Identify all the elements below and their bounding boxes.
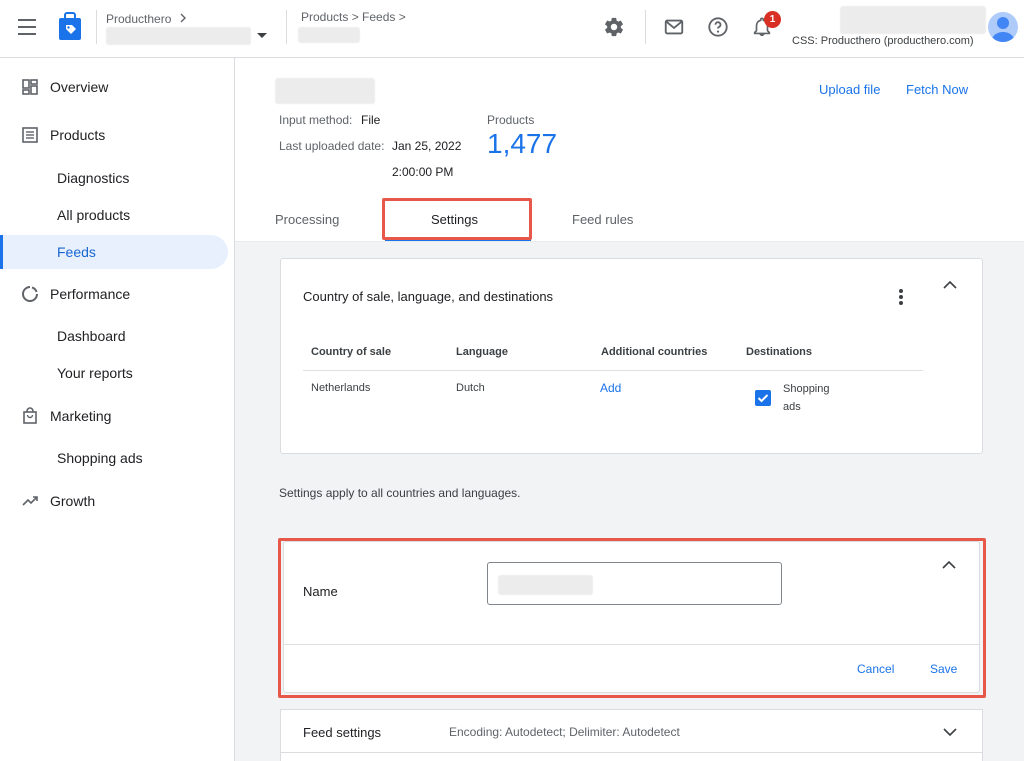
destination-label-line1: Shopping <box>783 383 830 395</box>
sidebar-item-dashboard[interactable]: Dashboard <box>0 319 228 353</box>
check-icon <box>757 394 769 403</box>
feed-header: Input method: File Last uploaded date: J… <box>235 58 1024 242</box>
chevron-down-icon[interactable] <box>943 728 957 736</box>
sidebar-item-shopping-ads[interactable]: Shopping ads <box>0 441 228 475</box>
merchant-center-logo[interactable] <box>57 12 83 42</box>
dashboard-grid-icon <box>22 79 38 95</box>
account-label: Producthero <box>106 12 172 26</box>
sidebar-item-label: Growth <box>50 493 96 509</box>
tab-feed-rules[interactable]: Feed rules <box>572 212 633 227</box>
shopping-ads-checkbox[interactable] <box>755 390 771 406</box>
last-uploaded-date: Jan 25, 2022 <box>392 139 462 153</box>
input-method-label: Input method: <box>279 113 353 127</box>
user-email-blurred <box>840 6 986 34</box>
list-box-icon <box>22 127 38 143</box>
breadcrumb[interactable]: Products > Feeds > <box>301 10 406 24</box>
chevron-right-icon <box>180 13 186 23</box>
sidebar-item-growth[interactable]: Growth <box>0 484 228 518</box>
feed-settings-row[interactable]: Feed settings Encoding: Autodetect; Deli… <box>280 709 983 753</box>
sidebar-item-label: Overview <box>50 79 109 95</box>
sidebar-item-label: Feeds <box>57 244 96 260</box>
feed-name-breadcrumb-blurred <box>298 27 360 43</box>
fetch-now-button[interactable]: Fetch Now <box>906 82 968 97</box>
avatar[interactable] <box>988 12 1018 42</box>
trending-up-icon <box>22 496 38 506</box>
country-language-card: Country of sale, language, and destinati… <box>280 258 983 454</box>
css-label: CSS: Producthero (producthero.com) <box>792 35 974 47</box>
divider <box>96 10 97 44</box>
sidebar-item-performance[interactable]: Performance <box>0 277 228 311</box>
sidebar-item-marketing[interactable]: Marketing <box>0 399 228 433</box>
main-content: Input method: File Last uploaded date: J… <box>235 58 1024 761</box>
products-count: 1,477 <box>487 128 558 159</box>
menu-icon[interactable] <box>18 19 38 35</box>
avatar-person-icon <box>992 17 1014 42</box>
tab-processing[interactable]: Processing <box>275 212 339 227</box>
top-bar: Producthero Products > Feeds > 1 CSS: Pr… <box>0 0 1024 58</box>
divider <box>645 10 646 44</box>
column-header-additional: Additional countries <box>601 346 708 358</box>
sidebar-item-all-products[interactable]: All products <box>0 198 228 232</box>
column-header-country: Country of sale <box>311 346 392 358</box>
feed-settings-summary: Encoding: Autodetect; Delimiter: Autodet… <box>449 725 680 739</box>
sidebar: Overview Products Diagnostics All produc… <box>0 58 235 761</box>
sidebar-item-products[interactable]: Products <box>0 118 228 152</box>
destination-label-line2: ads <box>783 401 801 413</box>
sidebar-item-overview[interactable]: Overview <box>0 70 228 104</box>
feed-settings-title: Feed settings <box>303 725 382 740</box>
add-country-link[interactable]: Add <box>600 381 621 395</box>
tab-bar: Processing Settings Feed rules <box>235 206 1024 242</box>
divider <box>286 10 287 44</box>
card-title: Country of sale, language, and destinati… <box>303 289 554 304</box>
last-uploaded-time: 2:00:00 PM <box>392 165 454 179</box>
column-header-destinations: Destinations <box>746 346 813 358</box>
notification-badge: 1 <box>764 11 781 28</box>
column-header-language: Language <box>456 346 508 358</box>
dropdown-caret-icon <box>257 33 267 38</box>
next-card-edge <box>280 753 983 761</box>
sidebar-item-label: Performance <box>50 286 131 302</box>
settings-gear-icon[interactable] <box>603 16 625 38</box>
table-divider <box>303 370 923 371</box>
language-value: Dutch <box>456 382 485 394</box>
sidebar-item-label: All products <box>57 207 131 223</box>
input-method-value: File <box>361 113 381 127</box>
feed-name-blurred <box>275 78 375 104</box>
mail-icon[interactable] <box>663 16 685 38</box>
sidebar-item-your-reports[interactable]: Your reports <box>0 356 228 390</box>
more-vert-icon[interactable] <box>899 289 903 305</box>
account-name-blurred <box>106 27 251 45</box>
sidebar-item-label: Diagnostics <box>57 170 130 186</box>
last-uploaded-label: Last uploaded date: <box>279 139 385 153</box>
sidebar-item-label: Products <box>50 127 106 143</box>
country-value: Netherlands <box>311 382 371 394</box>
sidebar-item-label: Shopping ads <box>57 450 143 466</box>
sidebar-item-diagnostics[interactable]: Diagnostics <box>0 161 228 195</box>
shopping-bag-icon <box>23 407 37 424</box>
help-icon[interactable] <box>707 16 729 38</box>
settings-note: Settings apply to all countries and lang… <box>279 486 521 500</box>
account-breadcrumb[interactable]: Producthero <box>106 10 187 28</box>
settings-tab-highlight <box>382 198 532 240</box>
account-selector[interactable] <box>106 27 267 47</box>
sidebar-item-label: Dashboard <box>57 328 126 344</box>
sidebar-item-feeds[interactable]: Feeds <box>0 235 228 269</box>
chevron-up-icon[interactable] <box>943 281 957 289</box>
upload-file-button[interactable]: Upload file <box>819 82 880 97</box>
sidebar-item-label: Your reports <box>57 365 133 381</box>
name-card-highlight <box>278 538 986 698</box>
sidebar-item-label: Marketing <box>50 408 112 424</box>
performance-ring-icon <box>22 286 38 302</box>
products-label: Products <box>487 113 535 127</box>
